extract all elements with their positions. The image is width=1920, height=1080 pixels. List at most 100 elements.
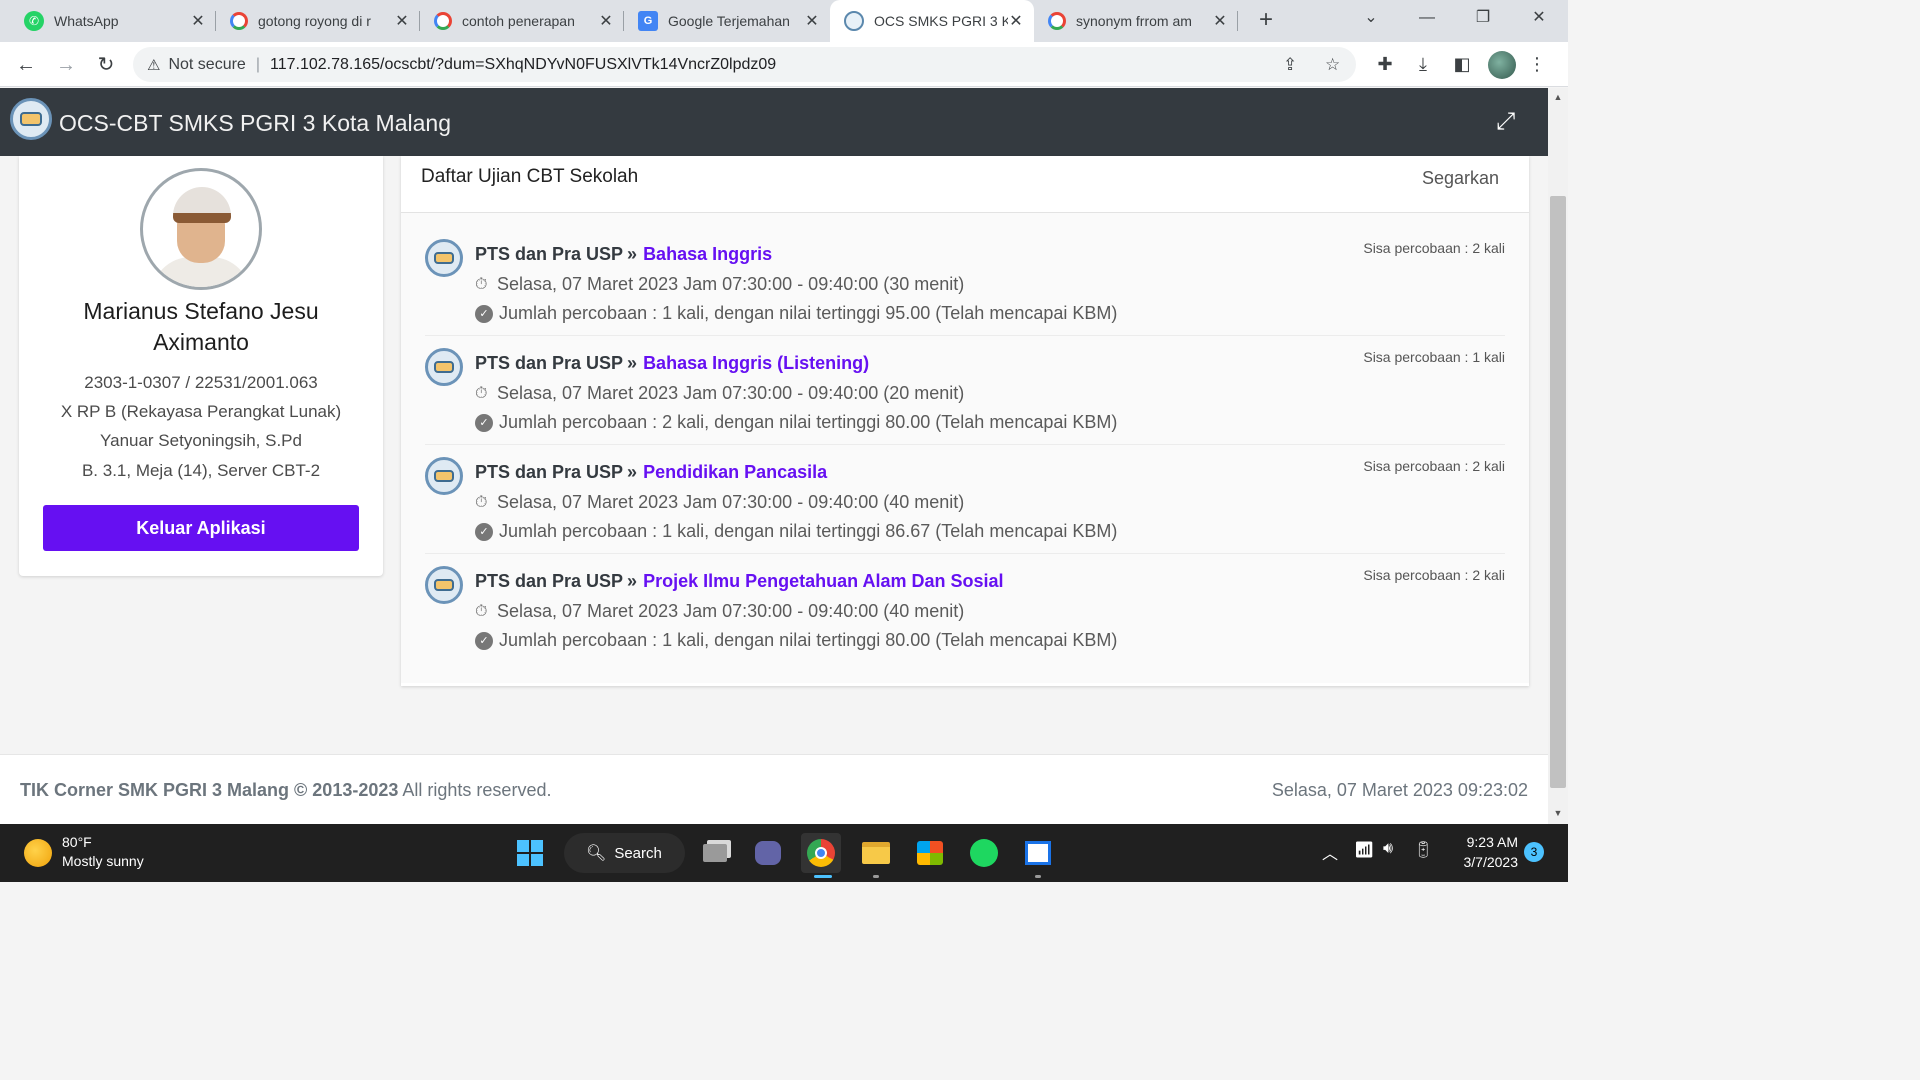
exam-list-card: Daftar Ujian CBT Sekolah Segarkan PTS da… [401, 156, 1529, 686]
student-avatar [140, 168, 262, 290]
check-circle-icon: ✓ [475, 304, 493, 323]
exam-remaining-attempts: Sisa percobaan : 2 kali [1363, 458, 1505, 474]
exam-heading[interactable]: PTS dan Pra USP» Bahasa Inggris [475, 244, 772, 265]
tab-label: Google Terjemahan [668, 13, 790, 29]
close-tab-icon[interactable]: ✕ [804, 11, 820, 31]
start-menu-windows-icon[interactable] [510, 833, 550, 873]
exam-item[interactable]: PTS dan Pra USP» Projek Ilmu Pengetahuan … [425, 554, 1505, 663]
check-circle-icon: ✓ [475, 522, 493, 541]
exam-category: PTS dan Pra USP [475, 571, 624, 591]
refresh-button[interactable]: Segarkan [1422, 168, 1499, 189]
close-tab-icon[interactable]: ✕ [598, 11, 614, 31]
tab-search-chevron-icon[interactable]: ⌄ [1348, 0, 1394, 36]
ocs-logo-icon [844, 11, 864, 31]
taskbar-search-button[interactable]: 🔍︎ Search [564, 833, 685, 873]
close-tab-icon[interactable]: ✕ [190, 11, 206, 31]
close-tab-icon[interactable]: ✕ [1212, 11, 1228, 31]
close-tab-icon[interactable]: ✕ [1008, 11, 1024, 31]
exam-attempts-row: ✓ Jumlah percobaan : 1 kali, dengan nila… [475, 521, 1117, 542]
exam-category: PTS dan Pra USP [475, 462, 624, 482]
student-room: B. 3.1, Meja (14), Server CBT-2 [81, 461, 321, 480]
scroll-up-arrow-icon[interactable]: ▲ [1552, 92, 1564, 102]
forward-arrow-icon[interactable]: → [52, 51, 80, 79]
scrollbar-thumb[interactable] [1550, 196, 1566, 788]
task-view-icon[interactable] [695, 833, 735, 873]
exam-heading[interactable]: PTS dan Pra USP» Projek Ilmu Pengetahuan … [475, 571, 1004, 592]
double-chevron-right-icon: » [627, 353, 638, 373]
minimize-window-icon[interactable]: — [1404, 0, 1450, 36]
exam-item[interactable]: PTS dan Pra USP» Bahasa Inggris ⏱ Selasa,… [425, 227, 1505, 336]
exam-schedule: Selasa, 07 Maret 2023 Jam 07:30:00 - 09:… [497, 601, 965, 621]
taskbar-clock-date[interactable]: 3/7/2023 [1452, 854, 1519, 870]
exam-attempts: Jumlah percobaan : 1 kali, dengan nilai … [499, 630, 1118, 650]
exam-subject-link[interactable]: Bahasa Inggris [643, 244, 772, 264]
stopwatch-icon: ⏱ [475, 384, 488, 402]
weather-description[interactable]: Mostly sunny [62, 853, 144, 869]
weather-temperature[interactable]: 80°F [62, 834, 92, 850]
spotify-icon[interactable] [964, 833, 1004, 873]
taskbar-clock-time[interactable]: 9:23 AM [1456, 834, 1518, 850]
exam-heading[interactable]: PTS dan Pra USP» Bahasa Inggris (Listenin… [475, 353, 869, 374]
file-explorer-icon[interactable] [856, 833, 896, 873]
new-tab-plus-icon[interactable]: + [1252, 6, 1280, 34]
side-panel-icon[interactable]: ◧ [1449, 51, 1475, 77]
exam-attempts: Jumlah percobaan : 2 kali, dengan nilai … [499, 412, 1118, 432]
bookmark-star-icon[interactable]: ☆ [1325, 55, 1340, 75]
browser-tab-google-translate[interactable]: G Google Terjemahan ✕ [624, 0, 830, 42]
close-tab-icon[interactable]: ✕ [394, 11, 410, 31]
microsoft-store-icon[interactable] [910, 833, 950, 873]
chrome-taskbar-icon[interactable] [801, 833, 841, 873]
notepad-app-icon[interactable] [1018, 833, 1058, 873]
reload-icon[interactable]: ↻ [92, 51, 120, 79]
exam-item[interactable]: PTS dan Pra USP» Pendidikan Pancasila ⏱ S… [425, 445, 1505, 554]
browser-tab-gotong-royong[interactable]: gotong royong di r ✕ [216, 0, 420, 42]
student-class: X RP B (Rekayasa Perangkat Lunak) [60, 402, 342, 421]
exam-schedule-row: ⏱ Selasa, 07 Maret 2023 Jam 07:30:00 - 0… [475, 601, 964, 622]
browser-tab-synonym[interactable]: synonym frrom am ✕ [1034, 0, 1238, 42]
profile-avatar[interactable] [1488, 51, 1516, 79]
exam-subject-link[interactable]: Pendidikan Pancasila [643, 462, 827, 482]
exam-subject-link[interactable]: Bahasa Inggris (Listening) [643, 353, 869, 373]
exam-heading[interactable]: PTS dan Pra USP» Pendidikan Pancasila [475, 462, 827, 483]
tab-label: synonym frrom am [1076, 13, 1192, 29]
exam-category: PTS dan Pra USP [475, 353, 624, 373]
exam-remaining-attempts: Sisa percobaan : 2 kali [1363, 567, 1505, 583]
not-secure-label[interactable]: Not secure [168, 56, 245, 74]
exam-item[interactable]: PTS dan Pra USP» Bahasa Inggris (Listenin… [425, 336, 1505, 445]
download-icon[interactable]: ⤓ [1410, 51, 1436, 77]
back-arrow-icon[interactable]: ← [12, 51, 40, 79]
scroll-down-arrow-icon[interactable]: ▼ [1552, 808, 1564, 818]
exam-attempts: Jumlah percobaan : 1 kali, dengan nilai … [499, 521, 1118, 541]
notification-count-badge[interactable]: 3 [1524, 842, 1544, 862]
close-window-icon[interactable]: ✕ [1516, 0, 1562, 36]
footer-copyright: TIK Corner SMK PGRI 3 Malang © 2013-2023… [20, 780, 551, 801]
stopwatch-icon: ⏱ [475, 275, 488, 293]
browser-menu-icon[interactable]: ⋮ [1524, 51, 1550, 77]
address-bar[interactable]: ⚠ Not secure | 117.102.78.165/ocscbt/?du… [133, 47, 1356, 82]
wifi-icon[interactable]: 📶︎ [1354, 840, 1374, 860]
volume-icon[interactable]: 🔊︎ [1383, 840, 1393, 858]
browser-tab-whatsapp[interactable]: ✆ WhatsApp ✕ [10, 0, 216, 42]
exam-subject-link[interactable]: Projek Ilmu Pengetahuan Alam Dan Sosial [643, 571, 1003, 591]
exam-schedule-row: ⏱ Selasa, 07 Maret 2023 Jam 07:30:00 - 0… [475, 274, 964, 295]
exam-logo-icon [425, 566, 463, 604]
extensions-puzzle-icon[interactable]: ✚ [1372, 51, 1398, 77]
weather-sun-icon[interactable] [24, 839, 52, 867]
warning-triangle-icon[interactable]: ⚠ [147, 56, 160, 74]
running-app-indicator [1035, 875, 1041, 878]
logout-button[interactable]: Keluar Aplikasi [43, 505, 359, 551]
exam-attempts-row: ✓ Jumlah percobaan : 1 kali, dengan nila… [475, 303, 1117, 324]
browser-tab-strip: ✆ WhatsApp ✕ gotong royong di r ✕ contoh… [0, 0, 1568, 42]
battery-icon[interactable]: 🔋︎ [1413, 840, 1433, 860]
exam-category: PTS dan Pra USP [475, 244, 624, 264]
teams-chat-icon[interactable] [748, 833, 788, 873]
fullscreen-icon[interactable]: ⤢ [1496, 108, 1515, 136]
url-text[interactable]: 117.102.78.165/ocscbt/?dum=SXhqNDYvN0FUS… [270, 56, 776, 74]
exam-attempts-row: ✓ Jumlah percobaan : 1 kali, dengan nila… [475, 630, 1117, 651]
show-hidden-icons-chevron-icon[interactable]: ︿ [1322, 840, 1338, 864]
browser-tab-contoh-penerapan[interactable]: contoh penerapan ✕ [420, 0, 624, 42]
share-icon[interactable]: ⇪ [1283, 55, 1297, 75]
exam-attempts: Jumlah percobaan : 1 kali, dengan nilai … [499, 303, 1118, 323]
browser-tab-ocs-active[interactable]: OCS SMKS PGRI 3 K ✕ [830, 0, 1034, 42]
restore-window-icon[interactable]: ❐ [1460, 0, 1506, 36]
